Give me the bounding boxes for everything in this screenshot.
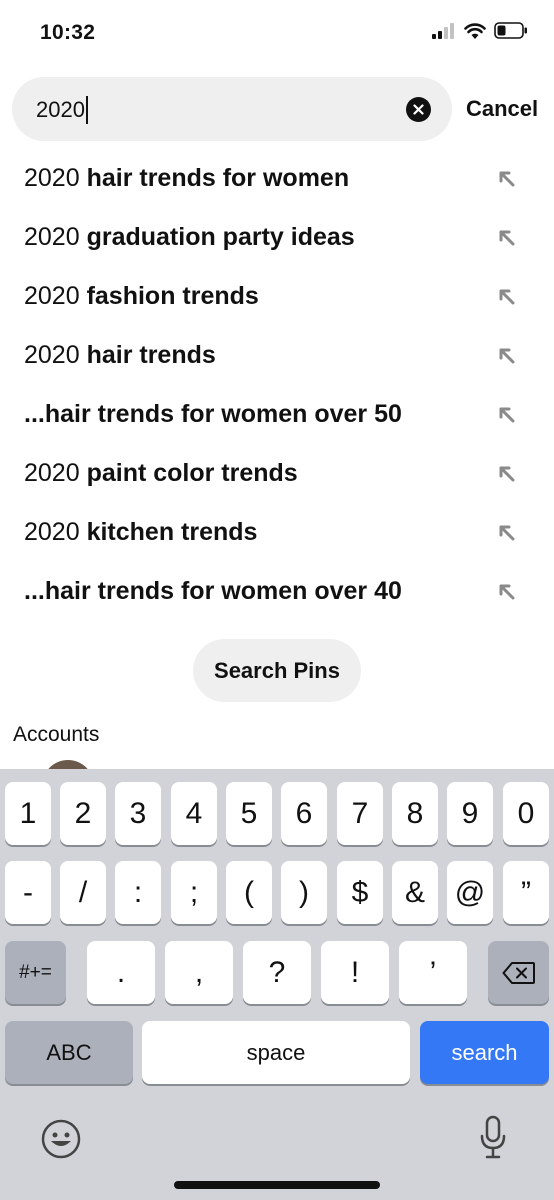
key-at[interactable]: @ — [447, 861, 493, 924]
suggestion-item[interactable]: 2020 hair trends for women — [0, 149, 554, 208]
keyboard: 1 2 3 4 5 6 7 8 9 0 - / : ; ( ) $ & @ ” … — [0, 769, 554, 1200]
key-hyphen[interactable]: - — [5, 861, 51, 924]
key-dollar[interactable]: $ — [337, 861, 383, 924]
suggestion-item[interactable]: 2020 kitchen trends — [0, 503, 554, 562]
suggestion-completion-text: kitchen trends — [79, 518, 258, 546]
symbols-key[interactable]: #+= — [5, 941, 66, 1004]
fill-query-arrow-icon[interactable] — [498, 288, 516, 306]
search-pins-button[interactable]: Search Pins — [193, 639, 361, 702]
suggestion-item[interactable]: 2020 fashion trends — [0, 267, 554, 326]
key-6[interactable]: 6 — [281, 782, 327, 845]
home-indicator — [174, 1181, 380, 1189]
suggestion-completion-text: hair trends — [79, 341, 216, 369]
fill-query-arrow-icon[interactable] — [498, 524, 516, 542]
key-2[interactable]: 2 — [60, 782, 106, 845]
suggestion-item[interactable]: 2020 graduation party ideas — [0, 208, 554, 267]
suggestion-item[interactable]: ...hair trends for women over 40 — [0, 562, 554, 621]
key-close-paren[interactable]: ) — [281, 861, 327, 924]
fill-query-arrow-icon[interactable] — [498, 347, 516, 365]
key-3[interactable]: 3 — [115, 782, 161, 845]
suggestion-item[interactable]: ...hair trends for women over 50 — [0, 385, 554, 444]
fill-query-arrow-icon[interactable] — [498, 170, 516, 188]
suggestion-completion-text: hair trends for women — [79, 164, 350, 192]
fill-query-arrow-icon[interactable] — [498, 465, 516, 483]
suggestion-item[interactable]: 2020 paint color trends — [0, 444, 554, 503]
key-apostrophe[interactable]: ’ — [399, 941, 467, 1004]
search-query-text: 2020 — [36, 97, 85, 122]
key-ampersand[interactable]: & — [392, 861, 438, 924]
wifi-icon — [464, 23, 486, 39]
key-quote[interactable]: ” — [503, 861, 549, 924]
suggestion-completion-text: ...hair trends for women over 40 — [24, 577, 402, 605]
suggestion-typed-text: 2020 — [24, 282, 80, 310]
status-bar: 10:32 — [0, 0, 554, 66]
emoji-icon[interactable] — [40, 1118, 82, 1160]
key-question[interactable]: ? — [243, 941, 311, 1004]
accounts-section-heading: Accounts — [13, 723, 100, 746]
suggestion-completion-text: fashion trends — [79, 282, 259, 310]
key-slash[interactable]: / — [60, 861, 106, 924]
search-row: 2020 Cancel — [12, 77, 540, 141]
key-9[interactable]: 9 — [447, 782, 493, 845]
key-5[interactable]: 5 — [226, 782, 272, 845]
key-4[interactable]: 4 — [171, 782, 217, 845]
suggestion-typed-text: 2020 — [24, 518, 80, 546]
space-key[interactable]: space — [142, 1021, 410, 1084]
suggestion-item[interactable]: 2020 hair trends — [0, 326, 554, 385]
battery-icon — [494, 22, 527, 39]
microphone-icon[interactable] — [478, 1115, 508, 1163]
key-7[interactable]: 7 — [337, 782, 383, 845]
suggestion-completion-text: ...hair trends for women over 50 — [24, 400, 402, 428]
key-open-paren[interactable]: ( — [226, 861, 272, 924]
fill-query-arrow-icon[interactable] — [498, 583, 516, 601]
key-colon[interactable]: : — [115, 861, 161, 924]
backspace-icon — [502, 961, 535, 984]
delete-key[interactable] — [488, 941, 549, 1004]
suggestion-completion-text: paint color trends — [79, 459, 298, 487]
suggestion-completion-text: graduation party ideas — [79, 223, 355, 251]
fill-query-arrow-icon[interactable] — [498, 229, 516, 247]
abc-key[interactable]: ABC — [5, 1021, 133, 1084]
status-time: 10:32 — [40, 21, 96, 44]
suggestion-typed-text: 2020 — [24, 164, 80, 192]
key-1[interactable]: 1 — [5, 782, 51, 845]
text-caret — [85, 96, 88, 124]
key-exclamation[interactable]: ! — [321, 941, 389, 1004]
cellular-signal-icon — [432, 22, 454, 39]
key-period[interactable]: . — [87, 941, 155, 1004]
key-comma[interactable]: , — [165, 941, 233, 1004]
clear-search-button[interactable] — [406, 97, 431, 122]
search-input[interactable]: 2020 — [12, 77, 452, 141]
suggestion-typed-text: 2020 — [24, 341, 80, 369]
suggestion-list: 2020 hair trends for women 2020 graduati… — [0, 149, 554, 621]
suggestion-typed-text: 2020 — [24, 459, 80, 487]
fill-query-arrow-icon[interactable] — [498, 406, 516, 424]
search-key[interactable]: search — [420, 1021, 549, 1084]
suggestion-typed-text: 2020 — [24, 223, 80, 251]
key-0[interactable]: 0 — [503, 782, 549, 845]
key-8[interactable]: 8 — [392, 782, 438, 845]
cancel-button[interactable]: Cancel — [466, 96, 538, 122]
key-semicolon[interactable]: ; — [171, 861, 217, 924]
clear-x-icon — [413, 104, 424, 115]
status-icons — [432, 22, 528, 39]
